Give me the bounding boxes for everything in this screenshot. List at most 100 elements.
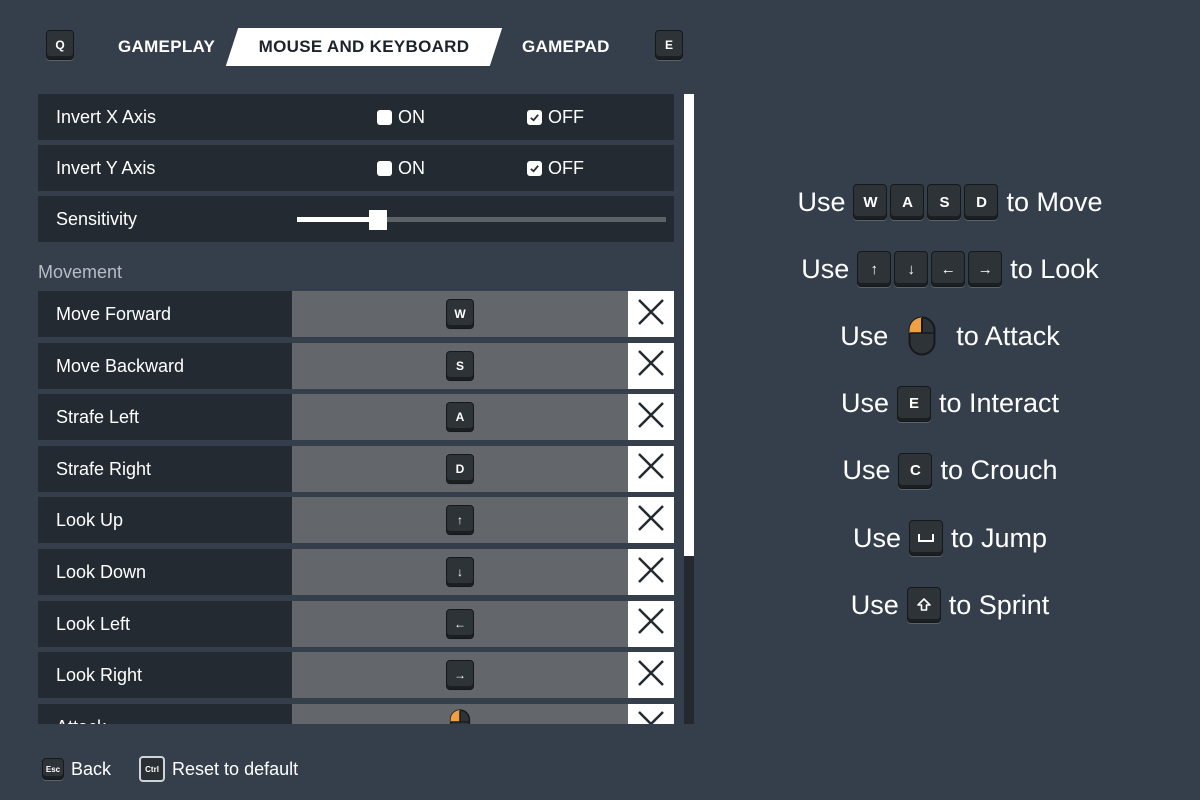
close-icon bbox=[636, 297, 666, 332]
invert-y-label: Invert Y Axis bbox=[56, 157, 156, 178]
hint-suffix: to Look bbox=[1010, 253, 1099, 284]
binding-key-button[interactable]: ↓ bbox=[292, 549, 628, 595]
sensitivity-row: Sensitivity bbox=[38, 196, 674, 242]
arrow-right-key-icon: → bbox=[446, 660, 474, 691]
mouse-left-click-icon bbox=[896, 316, 948, 356]
keycap-icon: D bbox=[964, 184, 999, 220]
binding-action-label: Look Right bbox=[56, 665, 143, 686]
clear-binding-button[interactable] bbox=[628, 394, 674, 441]
binding-action-label: Strafe Right bbox=[56, 458, 152, 479]
clear-binding-button[interactable] bbox=[628, 497, 674, 544]
binding-action-label: Look Down bbox=[56, 562, 147, 582]
binding-row: Strafe Left A bbox=[38, 394, 674, 441]
clear-binding-button[interactable] bbox=[628, 549, 674, 595]
control-hint: Use to Sprint bbox=[700, 583, 1200, 627]
control-hint: Use ↑ ↓ ← → to Look bbox=[700, 247, 1200, 291]
hint-prefix: Use bbox=[840, 388, 889, 419]
invert-y-off-option[interactable]: OFF bbox=[527, 158, 584, 179]
binding-action-cell: Strafe Right bbox=[38, 445, 292, 492]
close-icon bbox=[636, 709, 666, 724]
keycap-icon: A bbox=[890, 184, 925, 220]
close-icon bbox=[636, 606, 666, 641]
keycap-icon: C bbox=[898, 452, 933, 489]
binding-action-cell: Look Right bbox=[38, 652, 292, 699]
binding-key-button[interactable]: ↑ bbox=[292, 497, 628, 544]
esc-key-icon[interactable]: Esc bbox=[42, 758, 64, 780]
clear-binding-button[interactable] bbox=[628, 342, 674, 389]
tab-gameplay[interactable]: GAMEPLAY bbox=[118, 28, 215, 66]
scrollbar-thumb[interactable] bbox=[684, 94, 694, 556]
binding-key-button[interactable]: ← bbox=[292, 600, 628, 647]
binding-action-cell: Attack bbox=[38, 703, 292, 724]
hint-suffix: to Crouch bbox=[940, 455, 1058, 486]
binding-row: Look Left ← bbox=[38, 600, 674, 647]
binding-action-cell: Look Down bbox=[38, 549, 292, 595]
tab-mouse-and-keyboard[interactable]: MOUSE AND KEYBOARD bbox=[232, 28, 496, 66]
hint-prefix: Use bbox=[850, 589, 899, 620]
close-icon bbox=[636, 348, 666, 383]
prev-tab-key-icon[interactable]: Q bbox=[46, 30, 74, 60]
arrow-up-key-icon: ↑ bbox=[446, 505, 474, 536]
binding-key-button[interactable]: S bbox=[292, 342, 628, 389]
keycap-icon: ← bbox=[931, 251, 966, 288]
hint-prefix: Use bbox=[840, 320, 889, 351]
clear-binding-button[interactable] bbox=[628, 291, 674, 337]
invert-x-on-option[interactable]: ON bbox=[377, 107, 425, 128]
invert-y-on-option[interactable]: ON bbox=[377, 158, 425, 179]
tab-label: MOUSE AND KEYBOARD bbox=[258, 37, 470, 56]
keycap-icon: S bbox=[927, 184, 962, 220]
control-hint: Use to Jump bbox=[700, 516, 1200, 560]
clear-binding-button[interactable] bbox=[628, 703, 674, 724]
invert-x-label: Invert X Axis bbox=[56, 106, 157, 127]
hint-suffix: to Move bbox=[1006, 186, 1103, 217]
option-label: OFF bbox=[548, 106, 584, 127]
binding-key-button[interactable]: → bbox=[292, 652, 628, 699]
sensitivity-slider-handle[interactable] bbox=[369, 210, 388, 230]
hint-suffix: to Sprint bbox=[948, 589, 1050, 620]
binding-action-cell: Look Up bbox=[38, 497, 292, 544]
option-label: OFF bbox=[548, 157, 584, 178]
binding-action-cell: Look Left bbox=[38, 600, 292, 647]
ctrl-key-icon[interactable]: Ctrl bbox=[139, 756, 166, 782]
checkbox-checked-icon[interactable] bbox=[527, 160, 542, 176]
tab-bar: Q GAMEPLAY MOUSE AND KEYBOARD GAMEPAD E bbox=[46, 28, 686, 66]
w-key-icon: W bbox=[446, 299, 474, 329]
hint-keys bbox=[896, 316, 948, 356]
back-button[interactable]: Back bbox=[71, 759, 111, 780]
binding-action-cell: Move Backward bbox=[38, 342, 292, 389]
binding-key-button[interactable]: D bbox=[292, 445, 628, 492]
option-label: ON bbox=[398, 157, 425, 178]
keycap-icon: ↓ bbox=[894, 251, 929, 288]
binding-key-button[interactable] bbox=[292, 703, 628, 724]
close-icon bbox=[636, 503, 666, 538]
control-hint: Use W A S Dto Move bbox=[700, 180, 1200, 224]
checkbox-checked-icon[interactable] bbox=[527, 109, 542, 125]
footer-bar: Esc Back Ctrl Reset to default bbox=[42, 754, 298, 784]
binding-row: Strafe Right D bbox=[38, 445, 674, 492]
clear-binding-button[interactable] bbox=[628, 652, 674, 699]
tab-gamepad[interactable]: GAMEPAD bbox=[522, 28, 610, 66]
invert-x-off-option[interactable]: OFF bbox=[527, 107, 584, 128]
keycap-icon: W bbox=[853, 184, 888, 220]
hint-keys: WASD bbox=[853, 184, 999, 220]
hint-suffix: to Jump bbox=[950, 522, 1048, 553]
invert-x-row: Invert X Axis ON OFF bbox=[38, 94, 674, 140]
close-icon bbox=[636, 451, 666, 486]
reset-to-default-button[interactable]: Reset to default bbox=[172, 759, 298, 780]
close-icon bbox=[636, 658, 666, 693]
binding-action-cell: Move Forward bbox=[38, 291, 292, 337]
hint-suffix: to Interact bbox=[938, 388, 1060, 419]
next-tab-key-icon[interactable]: E bbox=[655, 30, 683, 60]
checkbox-unchecked-icon[interactable] bbox=[377, 109, 392, 125]
binding-row: Look Right → bbox=[38, 652, 674, 699]
binding-key-button[interactable]: A bbox=[292, 394, 628, 441]
sensitivity-slider-fill bbox=[297, 217, 379, 222]
clear-binding-button[interactable] bbox=[628, 600, 674, 647]
hint-keys bbox=[906, 587, 941, 624]
binding-key-button[interactable]: W bbox=[292, 291, 628, 337]
scrollbar[interactable] bbox=[684, 94, 694, 724]
checkbox-unchecked-icon[interactable] bbox=[377, 160, 392, 176]
clear-binding-button[interactable] bbox=[628, 445, 674, 492]
close-icon bbox=[636, 400, 666, 435]
space-key-icon bbox=[908, 520, 943, 556]
